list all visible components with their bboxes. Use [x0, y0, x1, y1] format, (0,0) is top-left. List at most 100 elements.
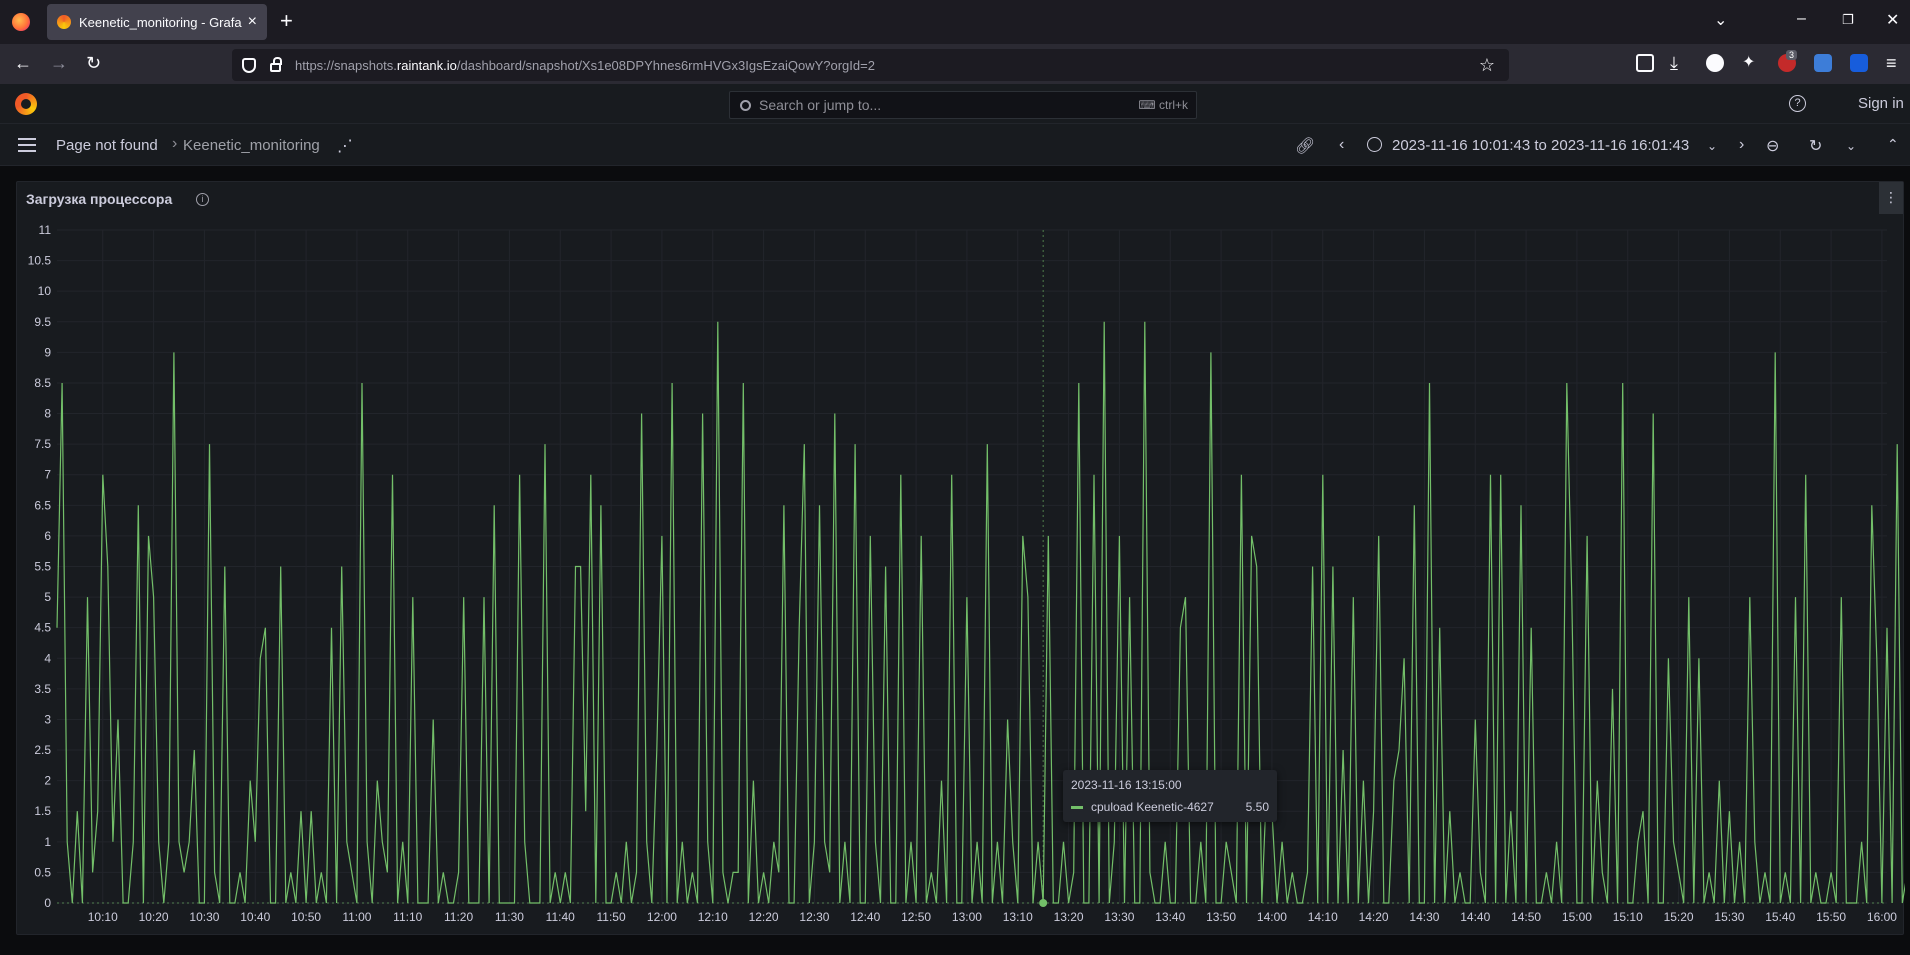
x-tick-label: 15:40	[1765, 910, 1795, 924]
y-tick-label: 10.5	[28, 254, 52, 268]
bookmark-star-icon[interactable]: ☆	[1479, 55, 1495, 76]
browser-tab-bar: Keenetic_monitoring - Grafana × + ⌄ – ❐ …	[0, 0, 1910, 44]
menu-icon[interactable]	[18, 138, 36, 152]
url-bar[interactable]: https://snapshots.raintank.io/dashboard/…	[232, 49, 1509, 81]
x-tick-label: 14:20	[1359, 910, 1389, 924]
extension-info-icon[interactable]	[1706, 54, 1724, 72]
grafana-logo-icon[interactable]	[15, 93, 37, 115]
search-icon	[740, 99, 751, 111]
time-range-picker[interactable]: 2023-11-16 10:01:43 to 2023-11-16 16:01:…	[1392, 137, 1689, 154]
x-tick-label: 12:40	[850, 910, 880, 924]
downloads-icon[interactable]: ⤓	[1670, 53, 1678, 73]
grafana-favicon-icon	[57, 15, 71, 29]
window-close-icon[interactable]: ✕	[1886, 10, 1899, 30]
bitwarden-icon[interactable]	[1850, 54, 1868, 72]
share-icon[interactable]: ⋰	[337, 136, 353, 156]
y-tick-label: 4	[44, 651, 51, 665]
extensions-puzzle-icon[interactable]: ✦	[1742, 53, 1755, 73]
x-tick-label: 12:20	[749, 910, 779, 924]
chart-tooltip: 2023-11-16 13:15:00 cpuload Keenetic-462…	[1063, 770, 1277, 822]
y-tick-label: 9	[44, 345, 51, 359]
app-menu-icon[interactable]: ≡	[1886, 53, 1897, 73]
refresh-interval-chevron-icon[interactable]: ⌄	[1846, 139, 1856, 153]
close-tab-icon[interactable]: ×	[248, 13, 257, 31]
y-tick-label: 8	[44, 407, 51, 421]
minimize-icon[interactable]: –	[1797, 10, 1806, 28]
x-tick-label: 14:10	[1308, 910, 1338, 924]
info-icon[interactable]: i	[196, 193, 209, 206]
search-shortcut: ⌨ ctrl+k	[1138, 98, 1188, 112]
y-tick-label: 7	[44, 468, 51, 482]
x-tick-label: 10:40	[240, 910, 270, 924]
y-tick-label: 9.5	[34, 315, 51, 329]
x-tick-label: 15:30	[1714, 910, 1744, 924]
help-icon[interactable]: ?	[1789, 95, 1806, 112]
reload-icon[interactable]: ↻	[86, 53, 101, 73]
browser-tab[interactable]: Keenetic_monitoring - Grafana ×	[47, 4, 267, 40]
search-input[interactable]: Search or jump to... ⌨ ctrl+k	[729, 91, 1197, 119]
new-tab-icon[interactable]: +	[280, 10, 293, 32]
tooltip-series-name: cpuload Keenetic-4627	[1091, 800, 1214, 814]
y-tick-label: 5.5	[34, 560, 51, 574]
x-tick-label: 14:30	[1409, 910, 1439, 924]
y-tick-label: 1.5	[34, 804, 51, 818]
breadcrumb-page-not-found[interactable]: Page not found	[56, 137, 158, 154]
x-tick-label: 15:20	[1664, 910, 1694, 924]
series-color-swatch	[1071, 805, 1083, 809]
y-tick-label: 7.5	[34, 437, 51, 451]
time-back-icon[interactable]: ‹	[1339, 136, 1344, 154]
y-tick-label: 2.5	[34, 743, 51, 757]
time-forward-icon[interactable]: ›	[1739, 136, 1744, 154]
y-tick-label: 4.5	[34, 621, 51, 635]
extension-badge: 3	[1786, 50, 1798, 60]
y-tick-label: 6.5	[34, 498, 51, 512]
tooltip-value: 5.50	[1245, 800, 1269, 814]
y-tick-label: 8.5	[34, 376, 51, 390]
firefox-icon[interactable]	[12, 13, 30, 31]
x-tick-label: 12:00	[647, 910, 677, 924]
sign-in-link[interactable]: Sign in	[1858, 95, 1904, 112]
x-tick-label: 11:10	[393, 910, 422, 924]
tab-title: Keenetic_monitoring - Grafana	[79, 14, 242, 30]
dict-extension-icon[interactable]	[1814, 54, 1832, 72]
refresh-icon[interactable]: ↻	[1809, 136, 1822, 156]
x-tick-label: 15:00	[1562, 910, 1592, 924]
back-icon[interactable]: ←	[14, 53, 32, 73]
restore-icon[interactable]: ❐	[1842, 12, 1854, 28]
x-tick-label: 10:50	[291, 910, 321, 924]
x-tick-label: 12:30	[799, 910, 829, 924]
y-tick-label: 3	[44, 712, 51, 726]
breadcrumb-separator-icon: ›	[172, 135, 178, 152]
zoom-out-icon[interactable]: ⊖	[1766, 136, 1779, 156]
dashboard-toolbar: Page not found › Keenetic_monitoring ⋰ 🔗…	[0, 124, 1910, 166]
collapse-icon[interactable]: ⌃	[1887, 136, 1899, 153]
x-tick-label: 14:00	[1257, 910, 1287, 924]
pocket-icon[interactable]	[1636, 54, 1654, 72]
x-tick-label: 13:20	[1054, 910, 1084, 924]
x-tick-label: 11:50	[597, 910, 626, 924]
y-tick-label: 0	[44, 896, 51, 910]
forward-icon[interactable]: →	[50, 53, 68, 73]
x-tick-label: 12:10	[698, 910, 728, 924]
y-tick-label: 2	[44, 774, 51, 788]
x-tick-label: 16:00	[1867, 910, 1897, 924]
y-tick-label: 1	[44, 835, 51, 849]
lock-icon[interactable]	[270, 57, 282, 72]
y-tick-label: 10	[38, 284, 52, 298]
y-tick-label: 5	[44, 590, 51, 604]
tracking-shield-icon[interactable]	[242, 57, 256, 73]
x-tick-label: 10:20	[139, 910, 169, 924]
y-tick-label: 11	[39, 223, 52, 237]
search-placeholder: Search or jump to...	[759, 97, 882, 113]
time-range-chevron-icon[interactable]: ⌄	[1707, 139, 1717, 153]
x-tick-label: 15:50	[1816, 910, 1846, 924]
y-tick-label: 0.5	[34, 865, 51, 879]
copy-link-icon[interactable]: 🔗︎	[1295, 136, 1315, 156]
x-tick-label: 13:50	[1206, 910, 1236, 924]
url-text[interactable]: https://snapshots.raintank.io/dashboard/…	[295, 58, 875, 73]
time-series-chart[interactable]: 0 0.5 1 1.5 2 2.5 3 3.5 4 4.5 5 5.5 6 6.5 7 7.5 8 8.5 9 9.5…	[17, 182, 1905, 936]
panel-menu-icon[interactable]: ⋮	[1879, 182, 1903, 214]
clock-icon	[1367, 137, 1382, 152]
list-tabs-icon[interactable]: ⌄	[1714, 10, 1727, 30]
breadcrumb-dashboard[interactable]: Keenetic_monitoring	[183, 137, 320, 154]
